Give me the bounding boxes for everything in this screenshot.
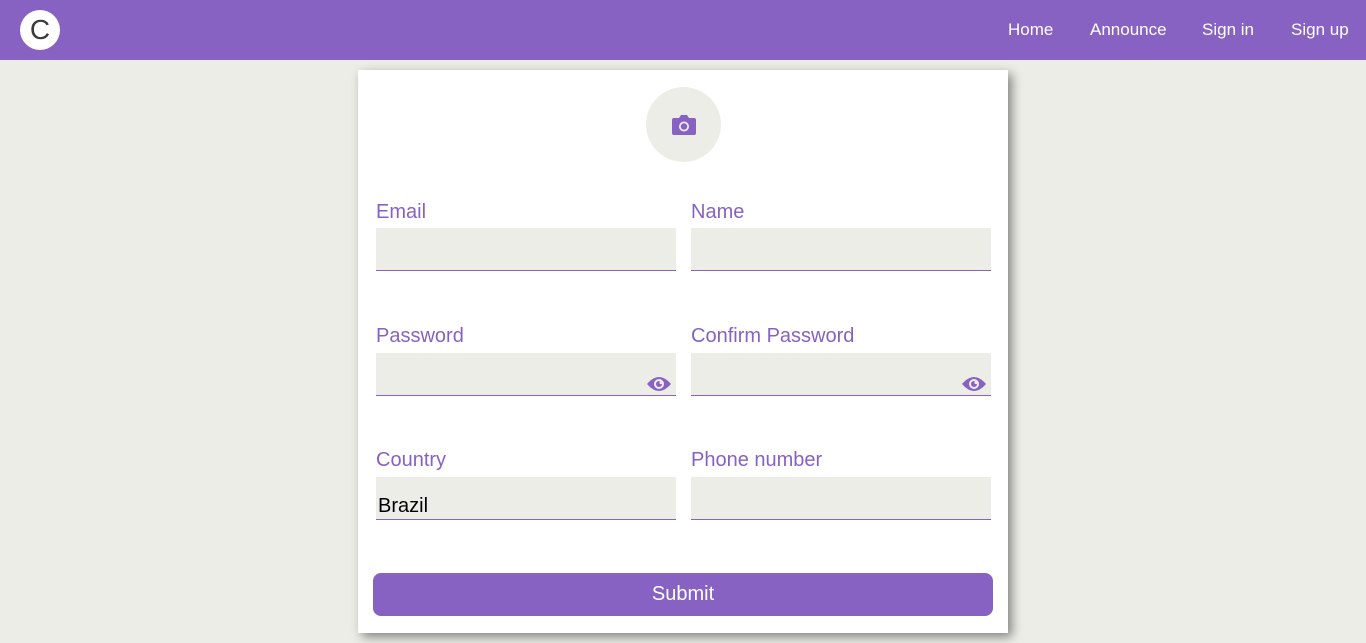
top-navbar: C Home Announce Sign in Sign up	[0, 0, 1366, 60]
confirm-password-field[interactable]	[691, 353, 991, 396]
nav-announce-link[interactable]: Announce	[1090, 0, 1167, 60]
eye-icon[interactable]	[646, 374, 672, 394]
signup-form-card: Email Name Password Confirm Password Cou…	[358, 70, 1008, 633]
eye-icon[interactable]	[961, 374, 987, 394]
nav-signup-link[interactable]: Sign up	[1291, 0, 1349, 60]
password-label: Password	[376, 325, 464, 347]
confirm-password-label: Confirm Password	[691, 325, 855, 347]
name-label: Name	[691, 201, 745, 223]
email-field[interactable]	[376, 228, 676, 271]
logo[interactable]: C	[20, 10, 60, 50]
camera-icon	[671, 114, 696, 135]
submit-button[interactable]: Submit	[373, 573, 993, 616]
avatar-upload-button[interactable]	[646, 87, 721, 162]
password-field[interactable]	[376, 353, 676, 396]
phone-label: Phone number	[691, 449, 823, 471]
nav-signin-link[interactable]: Sign in	[1202, 0, 1254, 60]
country-label: Country	[376, 449, 447, 471]
country-select[interactable]: Brazil	[376, 477, 676, 520]
nav-home-link[interactable]: Home	[1008, 0, 1053, 60]
email-label: Email	[376, 201, 427, 223]
phone-field[interactable]	[691, 477, 991, 520]
name-field[interactable]	[691, 228, 991, 271]
